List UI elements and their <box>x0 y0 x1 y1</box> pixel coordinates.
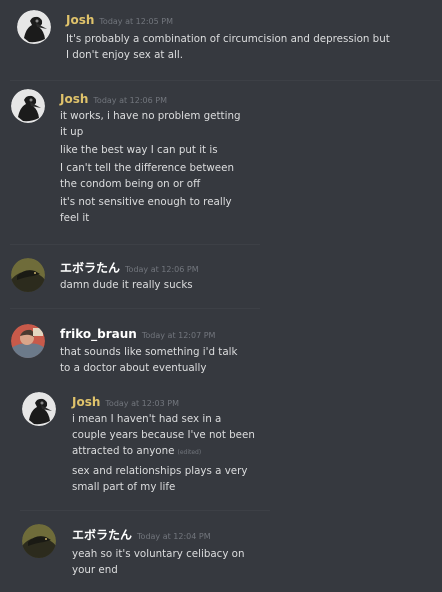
avatar[interactable] <box>17 10 51 44</box>
username[interactable]: Josh <box>72 395 100 409</box>
username[interactable]: エボラたん <box>60 261 120 275</box>
message-line: to a doctor about eventually <box>60 362 207 374</box>
message-content: damn dude it really sucks <box>60 277 193 293</box>
message-group: Josh Today at 12:03 PM i mean I haven't h… <box>0 385 442 510</box>
message-line: damn dude it really sucks <box>60 279 193 291</box>
avatar[interactable] <box>22 524 56 558</box>
message-line: your end <box>72 564 118 576</box>
username[interactable]: エボラたん <box>72 528 132 542</box>
message-line: like the best way I can put it is <box>60 144 218 156</box>
plague-doctor-avatar-icon <box>17 10 51 44</box>
message-line: I don't enjoy sex at all. <box>66 49 184 61</box>
message-line: small part of my life <box>72 481 176 493</box>
person-avatar-icon <box>11 324 45 358</box>
bird-avatar-icon <box>22 524 56 558</box>
message-group: エボラたん Today at 12:06 PM damn dude it real… <box>0 244 442 308</box>
message-content: that sounds like something i'd talk to a… <box>60 344 237 376</box>
username[interactable]: Josh <box>66 13 94 27</box>
message-line: that sounds like something i'd talk <box>60 346 238 358</box>
message-group: Josh Today at 12:05 PM It's probably a co… <box>0 0 442 80</box>
message-line: the condom being on or off <box>60 178 201 190</box>
avatar[interactable] <box>11 258 45 292</box>
message-line: It's probably a combination of circumcis… <box>66 33 390 45</box>
message-line: it works, i have no problem getting <box>60 110 241 122</box>
message-content: it works, i have no problem getting it u… <box>60 108 241 226</box>
edited-label: (edited) <box>177 449 202 456</box>
message-group: friko_braun Today at 12:07 PM that sounds… <box>0 308 442 385</box>
timestamp: Today at 12:04 PM <box>137 532 211 541</box>
message-content: i mean I haven't had sex in a couple yea… <box>72 411 255 495</box>
timestamp: Today at 12:03 PM <box>105 399 179 408</box>
message-line: it up <box>60 126 84 138</box>
message-line: feel it <box>60 212 90 224</box>
timestamp: Today at 12:05 PM <box>99 17 173 26</box>
message-line: yeah so it's voluntary celibacy on <box>72 548 245 560</box>
message-line: sex and relationships plays a very <box>72 465 248 477</box>
message-group: Josh Today at 12:06 PM it works, i have n… <box>0 80 442 244</box>
avatar[interactable] <box>11 324 45 358</box>
message-line: it's not sensitive enough to really <box>60 196 232 208</box>
plague-doctor-avatar-icon <box>22 392 56 426</box>
message-text: attracted to anyone <box>72 445 175 457</box>
bird-avatar-icon <box>11 258 45 292</box>
message-line: i mean I haven't had sex in a <box>72 413 222 425</box>
username[interactable]: friko_braun <box>60 327 137 341</box>
avatar[interactable] <box>11 89 45 123</box>
message-line: I can't tell the difference between <box>60 162 234 174</box>
message-content: yeah so it's voluntary celibacy on your … <box>72 546 245 578</box>
message-line: couple years because I've not been <box>72 429 255 441</box>
avatar[interactable] <box>22 392 56 426</box>
timestamp: Today at 12:06 PM <box>93 96 167 105</box>
timestamp: Today at 12:06 PM <box>125 265 199 274</box>
message-group: エボラたん Today at 12:04 PM yeah so it's volu… <box>0 510 442 592</box>
username[interactable]: Josh <box>60 92 88 106</box>
plague-doctor-avatar-icon <box>11 89 45 123</box>
message-line: attracted to anyone (edited) <box>72 443 255 461</box>
timestamp: Today at 12:07 PM <box>141 331 216 340</box>
message-content: It's probably a combination of circumcis… <box>66 31 390 63</box>
